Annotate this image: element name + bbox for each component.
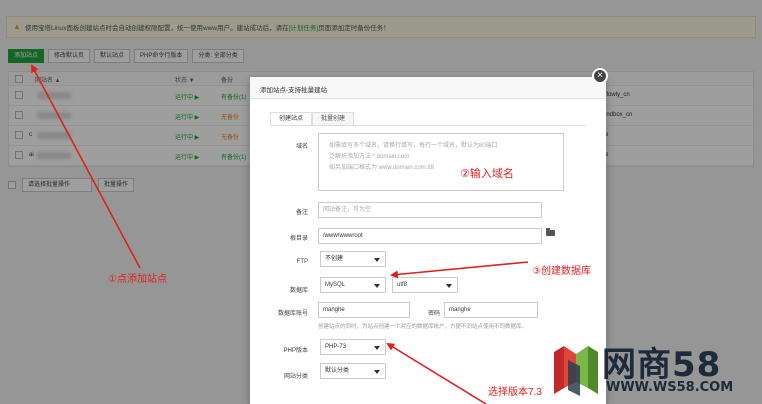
watermark-url: WWW.WS58.COM [606,380,734,395]
annotation-step1: ①点添加站点 [108,274,167,285]
annotation-step4: 选择版本7.3 [488,387,542,398]
annotation-step2: ②输入域名 [460,168,514,180]
arrow-to-database [390,261,529,279]
arrow-to-add-site [31,64,141,269]
annotation-step3: ③创建数据库 [532,266,591,277]
arrow-to-php-version [386,342,487,404]
watermark-brand: 网商58 [602,345,722,385]
watermark-logo [554,346,598,396]
